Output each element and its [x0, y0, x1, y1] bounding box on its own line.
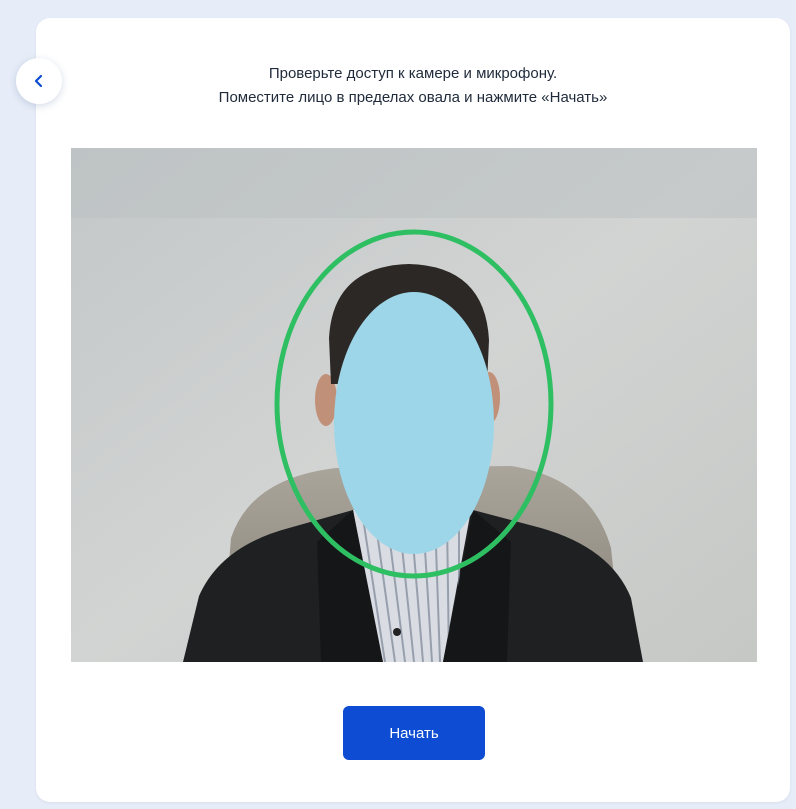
chevron-left-icon [32, 74, 46, 88]
instruction-line-camera-access: Проверьте доступ к камере и микрофону. [268, 65, 558, 82]
instruction-line-place-face: Поместите лицо в пределах овала и нажмит… [218, 89, 608, 106]
back-button[interactable] [16, 58, 62, 104]
start-button[interactable]: Начать [343, 706, 485, 760]
instructions-text: Проверьте доступ к камере и микрофону. П… [36, 62, 790, 110]
face-privacy-mask [334, 292, 494, 554]
camera-preview [71, 148, 757, 662]
